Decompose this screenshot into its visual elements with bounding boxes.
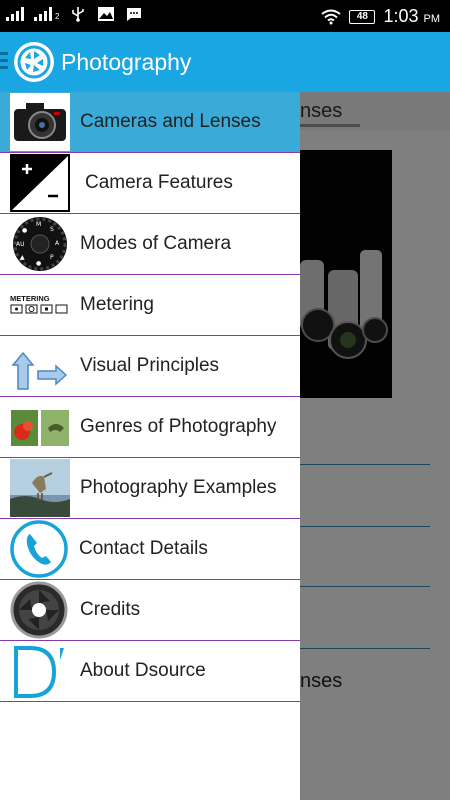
drawer-item-label: About Dsource	[80, 660, 206, 681]
drawer-item-label: Contact Details	[79, 538, 208, 559]
aperture-icon	[10, 581, 70, 639]
usb-icon	[72, 7, 85, 22]
message-icon	[127, 8, 142, 21]
genres-thumbnail-icon	[10, 398, 70, 456]
drawer-item-label: Visual Principles	[80, 355, 220, 376]
status-bar: 2 48 1:03 PM	[0, 0, 450, 32]
drawer-item-camera-features[interactable]: Camera Features	[0, 153, 300, 214]
drawer-item-contact-details[interactable]: Contact Details	[0, 519, 300, 580]
battery-icon: 48	[349, 9, 376, 24]
camera-thumbnail-icon	[10, 93, 70, 151]
drawer-item-cameras-and-lenses[interactable]: Cameras and Lenses	[0, 92, 300, 153]
app-bar: Photography	[0, 32, 450, 92]
signal-1-icon	[6, 7, 24, 21]
drawer-item-visual-principles[interactable]: Visual Principles	[0, 336, 300, 397]
drawer-item-label: Camera Features	[85, 172, 233, 193]
metering-caption: METERING	[10, 294, 50, 303]
mode-dial-thumbnail-icon: MSA P●▲ AU●	[10, 215, 70, 273]
signal-2-icon: 2	[34, 7, 59, 21]
svg-text:P: P	[50, 254, 54, 261]
svg-text:AU: AU	[16, 241, 25, 248]
drawer-item-label: Metering	[80, 294, 154, 315]
app-title: Photography	[61, 49, 192, 75]
drawer-item-metering[interactable]: METERING Metering	[0, 275, 300, 336]
svg-text:●: ●	[36, 260, 41, 267]
svg-text:M: M	[36, 221, 41, 228]
navigation-drawer: Cameras and Lenses Camera Features MSA P…	[0, 92, 300, 800]
svg-text:●: ●	[22, 227, 27, 234]
metering-thumbnail-icon: METERING	[10, 276, 70, 334]
sim-label: 2	[55, 12, 60, 21]
drawer-item-about-dsource[interactable]: About Dsource	[0, 641, 300, 702]
drawer-item-label: Genres of Photography	[80, 416, 277, 437]
heron-thumbnail-icon	[10, 459, 70, 517]
clock-time: 1:03	[383, 6, 419, 26]
app-logo[interactable]	[14, 42, 54, 82]
drawer-item-genres-of-photography[interactable]: Genres of Photography	[0, 397, 300, 458]
svg-text:S: S	[50, 226, 54, 233]
drawer-scrim[interactable]	[300, 92, 450, 800]
drawer-item-label: Cameras and Lenses	[80, 111, 261, 132]
clock-ampm: PM	[423, 13, 441, 25]
image-icon	[98, 7, 115, 21]
clock: 1:03 PM	[383, 6, 440, 27]
exposure-thumbnail-icon	[10, 154, 70, 212]
menu-icon[interactable]	[0, 52, 8, 73]
drawer-item-credits[interactable]: Credits	[0, 580, 300, 641]
drawer-item-photography-examples[interactable]: Photography Examples	[0, 458, 300, 519]
drawer-item-label: Modes of Camera	[80, 233, 232, 254]
svg-text:▲: ▲	[20, 254, 25, 261]
drawer-item-label: Credits	[80, 599, 141, 620]
phone-icon	[10, 520, 70, 578]
arrows-thumbnail-icon	[10, 337, 70, 395]
drawer-item-modes-of-camera[interactable]: MSA P ● ▲ AU ● Modes of Camera	[0, 214, 300, 275]
drawer-item-label: Photography Examples	[80, 477, 277, 498]
dsource-logo	[10, 642, 70, 700]
wifi-icon	[321, 9, 342, 24]
